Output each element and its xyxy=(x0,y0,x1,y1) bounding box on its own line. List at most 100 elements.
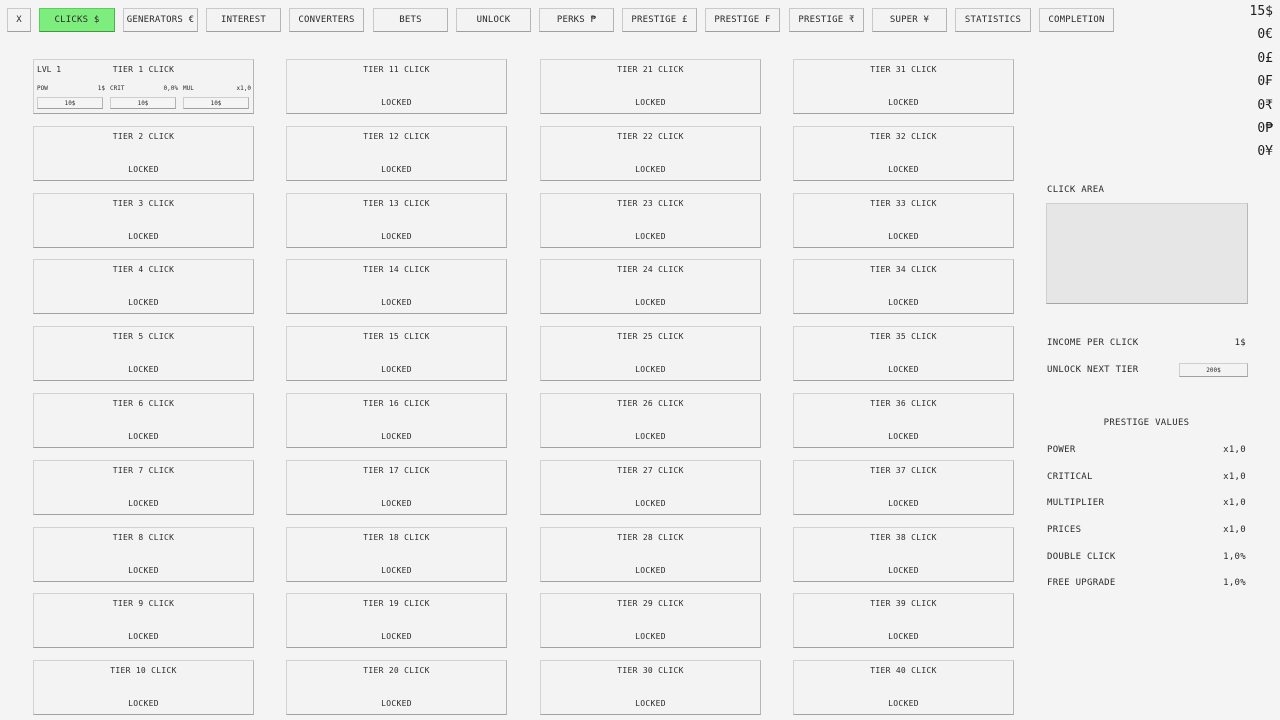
tier-card-18[interactable]: TIER 18 CLICK LOCKED xyxy=(286,527,507,582)
tier-card-17[interactable]: TIER 17 CLICK LOCKED xyxy=(286,460,507,515)
tier-card-9[interactable]: TIER 9 CLICK LOCKED xyxy=(33,593,254,648)
tier-locked-label: LOCKED xyxy=(888,699,919,708)
tier-card-37[interactable]: TIER 37 CLICK LOCKED xyxy=(793,460,1014,515)
tab-interest[interactable]: INTEREST xyxy=(206,8,281,32)
tier-card-40[interactable]: TIER 40 CLICK LOCKED xyxy=(793,660,1014,715)
tier-card-36[interactable]: TIER 36 CLICK LOCKED xyxy=(793,393,1014,448)
tier-card-30[interactable]: TIER 30 CLICK LOCKED xyxy=(540,660,761,715)
close-button[interactable]: X xyxy=(7,8,31,32)
tier-card-21[interactable]: TIER 21 CLICK LOCKED xyxy=(540,59,761,114)
tier-name: TIER 33 CLICK xyxy=(870,199,937,208)
tier-card-11[interactable]: TIER 11 CLICK LOCKED xyxy=(286,59,507,114)
tier-locked-label: LOCKED xyxy=(128,432,159,441)
stat-value: x1,0 xyxy=(236,85,251,92)
tier-card-4[interactable]: TIER 4 CLICK LOCKED xyxy=(33,259,254,314)
prestige-label: DOUBLE CLICK xyxy=(1047,552,1116,562)
tier-locked-label: LOCKED xyxy=(381,566,412,575)
tab-super[interactable]: SUPER ¥ xyxy=(872,8,947,32)
buy-multiplier-button[interactable]: 10$ xyxy=(183,97,249,109)
tier-card-12[interactable]: TIER 12 CLICK LOCKED xyxy=(286,126,507,181)
tier-name: TIER 15 CLICK xyxy=(363,332,430,341)
unlock-next-tier-button[interactable]: 200$ xyxy=(1179,363,1248,377)
tab-completion[interactable]: COMPLETION xyxy=(1039,8,1114,32)
top-nav: X CLICKS $ GENERATORS € INTEREST CONVERT… xyxy=(0,0,1280,40)
tier-card-24[interactable]: TIER 24 CLICK LOCKED xyxy=(540,259,761,314)
tier-card-20[interactable]: TIER 20 CLICK LOCKED xyxy=(286,660,507,715)
tier-name: TIER 26 CLICK xyxy=(617,399,684,408)
tier-card-35[interactable]: TIER 35 CLICK LOCKED xyxy=(793,326,1014,381)
tier-card-15[interactable]: TIER 15 CLICK LOCKED xyxy=(286,326,507,381)
prestige-value: x1,0 xyxy=(1223,498,1246,508)
tab-unlock[interactable]: UNLOCK xyxy=(456,8,531,32)
tier-card-31[interactable]: TIER 31 CLICK LOCKED xyxy=(793,59,1014,114)
prestige-row-critical: CRITICAL x1,0 xyxy=(1047,472,1246,486)
prestige-value: x1,0 xyxy=(1223,472,1246,482)
tier-name: TIER 32 CLICK xyxy=(870,132,937,141)
tier-locked-label: LOCKED xyxy=(888,566,919,575)
income-per-click: INCOME PER CLICK 1$ xyxy=(1047,338,1246,352)
tier-locked-label: LOCKED xyxy=(128,365,159,374)
tier-card-8[interactable]: TIER 8 CLICK LOCKED xyxy=(33,527,254,582)
tier-locked-label: LOCKED xyxy=(128,165,159,174)
tier-locked-label: LOCKED xyxy=(128,566,159,575)
tier-locked-label: LOCKED xyxy=(888,499,919,508)
tier-card-28[interactable]: TIER 28 CLICK LOCKED xyxy=(540,527,761,582)
tier-locked-label: LOCKED xyxy=(128,232,159,241)
tier-card-33[interactable]: TIER 33 CLICK LOCKED xyxy=(793,193,1014,248)
tier-card-26[interactable]: TIER 26 CLICK LOCKED xyxy=(540,393,761,448)
tier-card-39[interactable]: TIER 39 CLICK LOCKED xyxy=(793,593,1014,648)
prestige-row-prices: PRICES x1,0 xyxy=(1047,525,1246,539)
buy-power-button[interactable]: 10$ xyxy=(37,97,103,109)
tier-locked-label: LOCKED xyxy=(888,432,919,441)
tier-card-3[interactable]: TIER 3 CLICK LOCKED xyxy=(33,193,254,248)
tier-name: TIER 1 CLICK xyxy=(112,65,175,74)
tab-prestige-rupee[interactable]: PRESTIGE ₹ xyxy=(789,8,864,32)
tier-locked-label: LOCKED xyxy=(635,499,666,508)
tier-card-29[interactable]: TIER 29 CLICK LOCKED xyxy=(540,593,761,648)
tier-name: TIER 29 CLICK xyxy=(617,599,684,608)
tier-name: TIER 19 CLICK xyxy=(363,599,430,608)
tab-clicks[interactable]: CLICKS $ xyxy=(39,8,115,32)
tier-card-10[interactable]: TIER 10 CLICK LOCKED xyxy=(33,660,254,715)
tier-locked-label: LOCKED xyxy=(635,566,666,575)
tab-bets[interactable]: BETS xyxy=(373,8,448,32)
buy-critical-button[interactable]: 10$ xyxy=(110,97,176,109)
tier-card-6[interactable]: TIER 6 CLICK LOCKED xyxy=(33,393,254,448)
tab-statistics[interactable]: STATISTICS xyxy=(955,8,1031,32)
click-area[interactable] xyxy=(1046,203,1248,304)
tier-card-38[interactable]: TIER 38 CLICK LOCKED xyxy=(793,527,1014,582)
prestige-value: 1,0% xyxy=(1223,578,1246,588)
prestige-label: CRITICAL xyxy=(1047,472,1093,482)
tier-card-14[interactable]: TIER 14 CLICK LOCKED xyxy=(286,259,507,314)
tier-card-22[interactable]: TIER 22 CLICK LOCKED xyxy=(540,126,761,181)
tier-name: TIER 14 CLICK xyxy=(363,265,430,274)
tier-card-5[interactable]: TIER 5 CLICK LOCKED xyxy=(33,326,254,381)
tier-card-2[interactable]: TIER 2 CLICK LOCKED xyxy=(33,126,254,181)
tab-perks[interactable]: PERKS ₱ xyxy=(539,8,614,32)
tier-card-19[interactable]: TIER 19 CLICK LOCKED xyxy=(286,593,507,648)
tier-locked-label: LOCKED xyxy=(888,232,919,241)
tier-card-23[interactable]: TIER 23 CLICK LOCKED xyxy=(540,193,761,248)
prestige-row-free-upgrade: FREE UPGRADE 1,0% xyxy=(1047,578,1246,592)
prestige-label: MULTIPLIER xyxy=(1047,498,1105,508)
tier-card-27[interactable]: TIER 27 CLICK LOCKED xyxy=(540,460,761,515)
tab-generators[interactable]: GENERATORS € xyxy=(123,8,198,32)
tab-prestige-pound[interactable]: PRESTIGE £ xyxy=(622,8,697,32)
tier-card-34[interactable]: TIER 34 CLICK LOCKED xyxy=(793,259,1014,314)
tier-card-13[interactable]: TIER 13 CLICK LOCKED xyxy=(286,193,507,248)
balance-dollar: 15$ xyxy=(1249,4,1273,19)
tab-converters[interactable]: CONVERTERS xyxy=(289,8,364,32)
tier-name: TIER 18 CLICK xyxy=(363,533,430,542)
tier-card-32[interactable]: TIER 32 CLICK LOCKED xyxy=(793,126,1014,181)
click-area-label: CLICK AREA xyxy=(1047,185,1105,195)
prestige-label: PRICES xyxy=(1047,525,1082,535)
tier-name: TIER 2 CLICK xyxy=(112,132,175,141)
tab-prestige-franc[interactable]: PRESTIGE ₣ xyxy=(705,8,780,32)
tier-name: TIER 34 CLICK xyxy=(870,265,937,274)
tier-locked-label: LOCKED xyxy=(635,165,666,174)
tier-card-16[interactable]: TIER 16 CLICK LOCKED xyxy=(286,393,507,448)
tier-card-1[interactable]: LVL 1 TIER 1 CLICK POW 1$ CRIT 0,0% MUL … xyxy=(33,59,254,114)
tier-card-25[interactable]: TIER 25 CLICK LOCKED xyxy=(540,326,761,381)
tier-name: TIER 16 CLICK xyxy=(363,399,430,408)
tier-card-7[interactable]: TIER 7 CLICK LOCKED xyxy=(33,460,254,515)
